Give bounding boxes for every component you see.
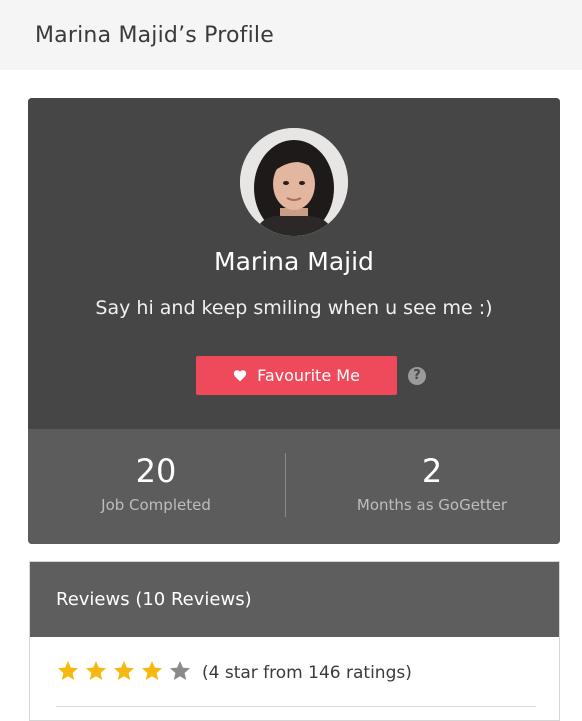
avatar (240, 128, 348, 236)
stat-value: 20 (135, 452, 177, 490)
profile-stats: 20 Job Completed 2 Months as GoGetter (28, 429, 560, 544)
profile-name: Marina Majid (214, 247, 374, 276)
star-filled-icon (112, 659, 136, 683)
star-filled-icon (56, 659, 80, 683)
profile-summary: Marina Majid Say hi and keep smiling whe… (28, 98, 560, 429)
star-filled-icon (84, 659, 108, 683)
heart-icon (233, 369, 247, 382)
rating-stars (56, 659, 196, 687)
favourite-button[interactable]: Favourite Me (196, 356, 397, 395)
star-empty-icon (168, 659, 192, 683)
help-icon[interactable]: ? (408, 367, 426, 385)
favourite-button-label: Favourite Me (257, 366, 360, 385)
profile-tagline: Say hi and keep smiling when u see me :) (95, 297, 493, 319)
reviews-header: Reviews (10 Reviews) (30, 562, 559, 637)
stat-label: Job Completed (101, 496, 211, 514)
page-header: Marina Majid’s Profile (0, 0, 582, 70)
reviews-title: Reviews (10 Reviews) (56, 589, 252, 610)
stat-value: 2 (421, 452, 443, 490)
stat-months-as-gogetter: 2 Months as GoGetter (304, 429, 560, 544)
divider (56, 706, 536, 707)
rating-row: (4 star from 146 ratings) (56, 658, 412, 688)
rating-summary: (4 star from 146 ratings) (202, 663, 412, 683)
stat-label: Months as GoGetter (356, 496, 508, 514)
star-filled-icon (140, 659, 164, 683)
stat-divider (285, 453, 286, 517)
page-title: Marina Majid’s Profile (35, 22, 274, 48)
reviews-card: Reviews (10 Reviews) (4 star from 146 ra… (29, 561, 560, 721)
profile-card: Marina Majid Say hi and keep smiling whe… (28, 98, 560, 544)
stat-jobs-completed: 20 Job Completed (28, 429, 284, 544)
